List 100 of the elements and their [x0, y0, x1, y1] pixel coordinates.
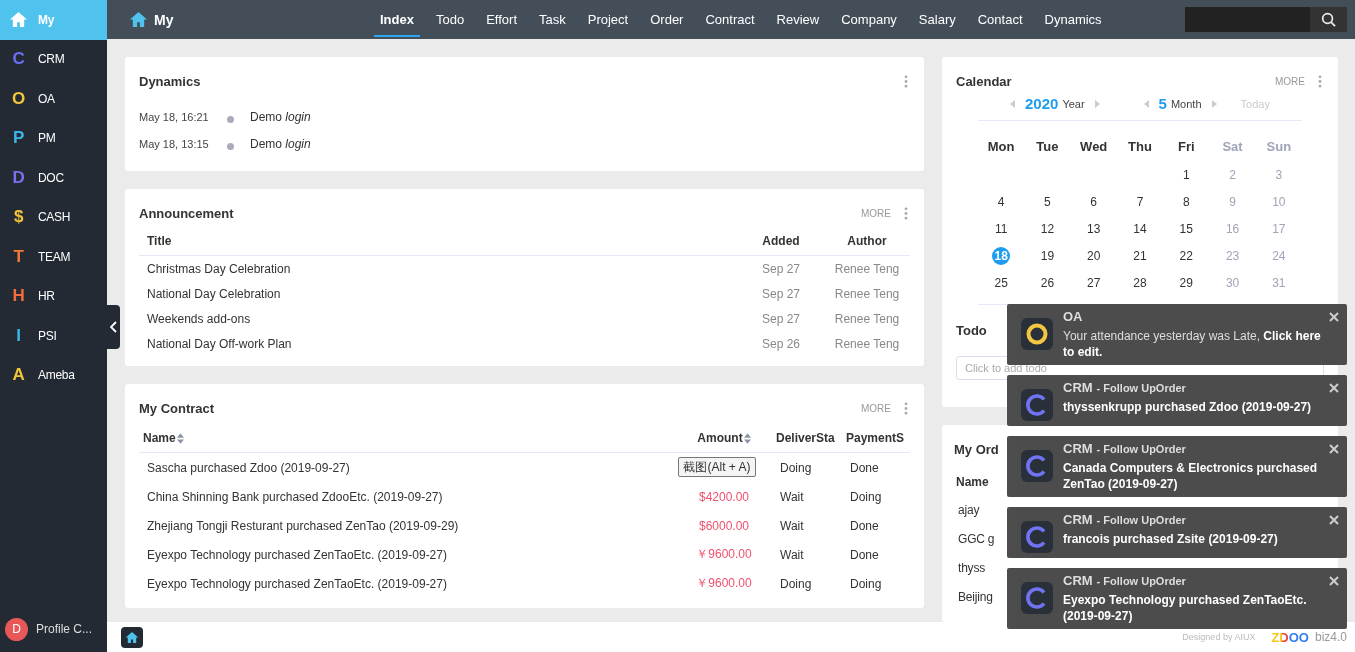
announcement-link[interactable]: Weekends add-ons: [147, 311, 251, 326]
sidebar-item[interactable]: A Ameba: [0, 355, 107, 395]
calendar-day[interactable]: 14: [1131, 219, 1149, 238]
contract-link[interactable]: Zhejiang Tongji Resturant purchased ZenTao (2019-09-29): [147, 518, 459, 533]
app-icon: [1021, 450, 1053, 482]
calendar-day[interactable]: 28: [1131, 273, 1149, 292]
nav-tab[interactable]: Todo: [429, 2, 471, 37]
nav-tab[interactable]: Index: [374, 2, 420, 37]
calendar-day[interactable]: 11: [992, 219, 1011, 238]
search-field[interactable]: [1185, 7, 1310, 32]
app-letter-icon: T: [9, 246, 28, 267]
nav-tab[interactable]: Project: [581, 2, 635, 37]
column-header[interactable]: Amount: [697, 431, 751, 445]
table-cell: Doing: [780, 460, 812, 475]
sidebar-item[interactable]: T TEAM: [0, 237, 107, 277]
calendar-day[interactable]: 4: [992, 192, 1011, 211]
calendar-day[interactable]: 25: [992, 273, 1011, 292]
sidebar-item[interactable]: P PM: [0, 118, 107, 158]
previous-icon[interactable]: [1143, 99, 1149, 108]
nav-tab[interactable]: Salary: [912, 2, 962, 37]
announcement-link[interactable]: National Day Off-work Plan: [147, 336, 292, 351]
version-label: biz4.0: [1314, 630, 1347, 644]
column-header[interactable]: DeliverSta: [776, 431, 835, 445]
sidebar-item[interactable]: C CRM: [0, 39, 107, 79]
column-header[interactable]: Name: [143, 431, 184, 445]
app-letter-icon: C: [9, 49, 28, 70]
contract-link[interactable]: Eyexpo Technology purchased ZenTaoEtc. (2019-09-27): [147, 547, 447, 562]
notification[interactable]: CRM - Follow UpOrder thyssenkrupp purchased Zdoo (2019-09-27): [1007, 375, 1347, 426]
calendar-day[interactable]: 1: [1177, 165, 1196, 184]
close-icon[interactable]: [1329, 515, 1339, 525]
calendar-day[interactable]: 20: [1084, 246, 1103, 265]
notification-subtitle: - Follow UpOrder: [1096, 443, 1186, 455]
nav-tab[interactable]: Dynamics: [1038, 2, 1108, 37]
contract-link[interactable]: China Shinning Bank purchased ZdooEtc. (2019-09-27): [147, 489, 443, 504]
calendar-day[interactable]: 13: [1084, 219, 1103, 238]
nav-tab[interactable]: Contact: [971, 2, 1029, 37]
sidebar-item[interactable]: H HR: [0, 276, 107, 316]
calendar-day[interactable]: 5: [1038, 192, 1057, 211]
calendar-day[interactable]: 7: [1131, 192, 1149, 211]
column-header: Added: [762, 234, 800, 248]
calendar-day[interactable]: 15: [1177, 219, 1196, 238]
sidebar-item[interactable]: I PSI: [0, 316, 107, 356]
calendar-day[interactable]: 22: [1177, 246, 1196, 265]
calendar-day[interactable]: 26: [1038, 273, 1057, 292]
order-link[interactable]: ajay: [958, 496, 980, 525]
calendar-day[interactable]: 8: [1177, 192, 1196, 211]
more-options-icon[interactable]: [904, 401, 908, 415]
calendar-day[interactable]: 6: [1084, 192, 1103, 211]
app-letter-icon: P: [9, 128, 28, 149]
close-icon[interactable]: [1329, 576, 1339, 586]
notification[interactable]: CRM - Follow UpOrder Eyexpo Technology purchased ZenTaoEtc. (2019-09-27): [1007, 568, 1347, 629]
calendar-day[interactable]: 12: [1038, 219, 1057, 238]
notification[interactable]: OA Your attendance yesterday was Late, Click here to edit.: [1007, 304, 1347, 365]
nav-tab[interactable]: Contract: [699, 2, 761, 37]
nav-tab[interactable]: Effort: [480, 2, 523, 37]
calendar-day[interactable]: 21: [1131, 246, 1149, 265]
contract-link[interactable]: Eyexpo Technology purchased ZenTaoEtc. (2019-09-27): [147, 576, 447, 591]
collapse-button[interactable]: [107, 305, 120, 349]
sidebar-item[interactable]: D DOC: [0, 158, 107, 198]
sidebar-item[interactable]: O OA: [0, 79, 107, 119]
notification[interactable]: CRM - Follow UpOrder Canada Computers & Electronics purchased ZenTao (2019-09-27): [1007, 436, 1347, 497]
order-link[interactable]: GGC g: [958, 525, 995, 554]
sidebar-item[interactable]: $ CASH: [0, 197, 107, 237]
nav-tab[interactable]: Order: [644, 2, 690, 37]
search-button[interactable]: [1310, 7, 1347, 32]
search-icon: [1321, 12, 1336, 27]
nav-tab[interactable]: Review: [770, 2, 826, 37]
more-options-icon[interactable]: [904, 74, 908, 88]
notification-subtitle: - Follow UpOrder: [1096, 382, 1186, 394]
previous-icon[interactable]: [1010, 99, 1015, 108]
table-cell: Renee Teng: [834, 261, 900, 276]
calendar-day[interactable]: 29: [1177, 273, 1196, 292]
app-letter-icon: I: [9, 325, 28, 346]
nav-tab[interactable]: Task: [533, 2, 572, 37]
order-link[interactable]: thyss: [958, 554, 985, 583]
profile-link[interactable]: D Profile C...: [0, 614, 107, 652]
column-header: Name: [956, 475, 989, 489]
more-options-icon[interactable]: [1318, 74, 1322, 88]
calendar-day[interactable]: 19: [1038, 246, 1057, 265]
close-icon[interactable]: [1329, 444, 1339, 454]
notification-app: CRM: [1063, 380, 1093, 395]
column-header[interactable]: PaymentS: [846, 431, 905, 445]
announcement-link[interactable]: Christmas Day Celebration: [147, 261, 291, 276]
announcement-link[interactable]: National Day Celebration: [147, 286, 281, 301]
more-options-icon[interactable]: [904, 206, 908, 220]
table-cell: Doing: [850, 489, 882, 504]
close-icon[interactable]: [1329, 383, 1339, 393]
home-button[interactable]: [121, 626, 143, 648]
nav-tab[interactable]: Company: [835, 2, 903, 37]
app-icon: [1021, 521, 1053, 553]
card-title: My Contract: [139, 400, 215, 416]
contract-link[interactable]: Sascha purchased Zdoo (2019-09-27): [147, 460, 350, 475]
amount: $6000.00: [698, 518, 750, 533]
notification-subtitle: - Follow UpOrder: [1096, 514, 1186, 526]
close-icon[interactable]: [1329, 312, 1339, 322]
next-icon[interactable]: [1094, 99, 1100, 108]
notification[interactable]: CRM - Follow UpOrder francois purchased Zsite (2019-09-27): [1007, 507, 1347, 558]
order-link[interactable]: Beijing: [958, 583, 993, 612]
calendar-day[interactable]: 27: [1084, 273, 1103, 292]
next-icon[interactable]: [1211, 99, 1217, 108]
